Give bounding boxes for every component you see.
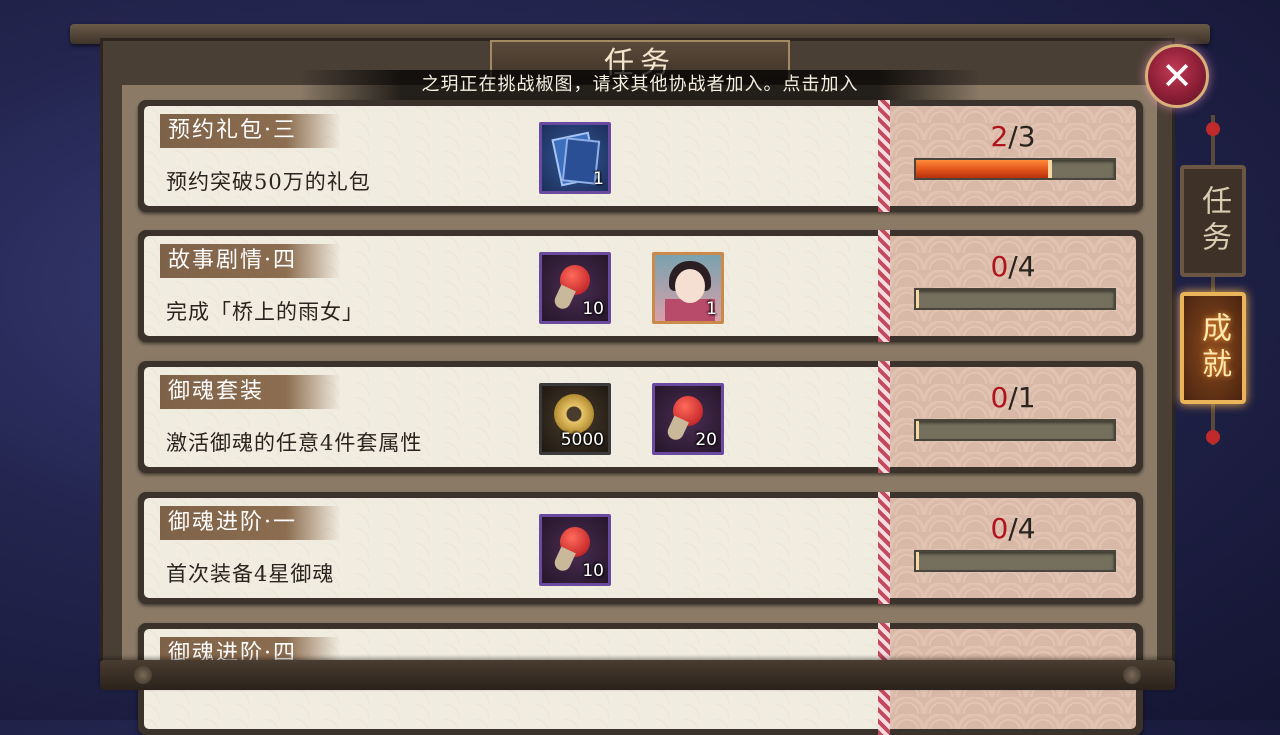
task-name: 故事剧情·四 [160,244,340,278]
tab-tasks-label: 任务 [1196,185,1231,257]
task-info-panel: 御魂套装激活御魂的任意4件套属性 5000 20 [144,367,878,467]
scroll-bottom-rod [100,660,1175,690]
tab-achievements[interactable]: 成就 [1180,292,1246,404]
reward-count: 5000 [560,430,604,450]
progress-current: 0 [990,512,1009,545]
task-info-panel: 御魂进阶·一首次装备4星御魂 10 [144,498,878,598]
task-description: 激活御魂的任意4件套属性 [166,431,423,455]
progress-current: 0 [990,250,1009,283]
task-row[interactable]: 预约礼包·三预约突破50万的礼包 1 2/3 [138,100,1143,212]
task-description: 完成「桥上的雨女」 [166,300,364,324]
progress-text: 2/3 [890,120,1136,153]
progress-bar [914,158,1116,180]
close-icon: ✕ [1161,54,1193,98]
ticket-book-icon[interactable]: 1 [539,122,611,194]
reward-count: 20 [695,430,717,450]
gold-coin-icon[interactable]: 5000 [539,383,611,455]
progress-bar-fill [916,552,919,570]
progress-text: 0/4 [890,250,1136,283]
row-divider [878,100,890,212]
task-row[interactable]: 御魂套装激活御魂的任意4件套属性 5000 20 0/1 [138,361,1143,473]
progress-total: 3 [1017,120,1036,153]
reward-count: 10 [582,299,604,319]
task-name: 御魂进阶·一 [160,506,340,540]
row-divider [878,361,890,473]
task-description: 首次装备4星御魂 [166,562,335,586]
progress-bar-fill [916,160,1053,178]
progress-text: 0/4 [890,512,1136,545]
progress-current: 0 [990,381,1009,414]
task-progress-panel: 0/4 [890,236,1136,336]
tab-tasks[interactable]: 任务 [1180,165,1246,277]
progress-total: 1 [1017,381,1036,414]
shikigami-portrait-icon[interactable]: 1 [652,252,724,324]
task-progress-panel: 0/1 [890,367,1136,467]
progress-slash: / [1008,120,1018,153]
row-divider [878,230,890,342]
task-description: 预约突破50万的礼包 [166,170,371,194]
rope-pin-bottom [1206,430,1220,444]
progress-bar [914,419,1116,441]
reward-count: 10 [582,561,604,581]
task-progress-panel: 2/3 [890,106,1136,206]
task-info-panel: 预约礼包·三预约突破50万的礼包 1 [144,106,878,206]
progress-bar-fill [916,421,919,439]
red-magatama-icon[interactable]: 10 [539,252,611,324]
task-name: 御魂套装 [160,375,340,409]
task-progress-panel: 0/4 [890,498,1136,598]
progress-slash: / [1008,381,1018,414]
progress-total: 4 [1017,512,1036,545]
tab-achievements-label: 成就 [1196,312,1231,384]
progress-total: 4 [1017,250,1036,283]
rod-knob-right [1123,666,1141,684]
progress-bar [914,550,1116,572]
progress-slash: / [1008,250,1018,283]
coop-battle-notice[interactable]: 之玥正在挑战椒图，请求其他协战者加入。点击加入 [300,70,980,100]
reward-count: 1 [706,299,717,319]
progress-slash: / [1008,512,1018,545]
row-divider [878,492,890,604]
reward-count: 1 [593,169,604,189]
rod-knob-left [134,666,152,684]
progress-bar [914,288,1116,310]
progress-bar-fill [916,290,919,308]
rope-pin-top [1206,122,1220,136]
close-button[interactable]: ✕ [1145,44,1209,108]
red-magatama-icon[interactable]: 20 [652,383,724,455]
progress-text: 0/1 [890,381,1136,414]
task-row[interactable]: 故事剧情·四 完成「桥上的雨女」 10 1 0/4 [138,230,1143,342]
task-info-panel: 故事剧情·四完成「桥上的雨女」 10 1 [144,236,878,336]
red-magatama-icon[interactable]: 10 [539,514,611,586]
task-name: 预约礼包·三 [160,114,340,148]
progress-current: 2 [990,120,1009,153]
task-row[interactable]: 御魂进阶·一首次装备4星御魂 10 0/4 [138,492,1143,604]
